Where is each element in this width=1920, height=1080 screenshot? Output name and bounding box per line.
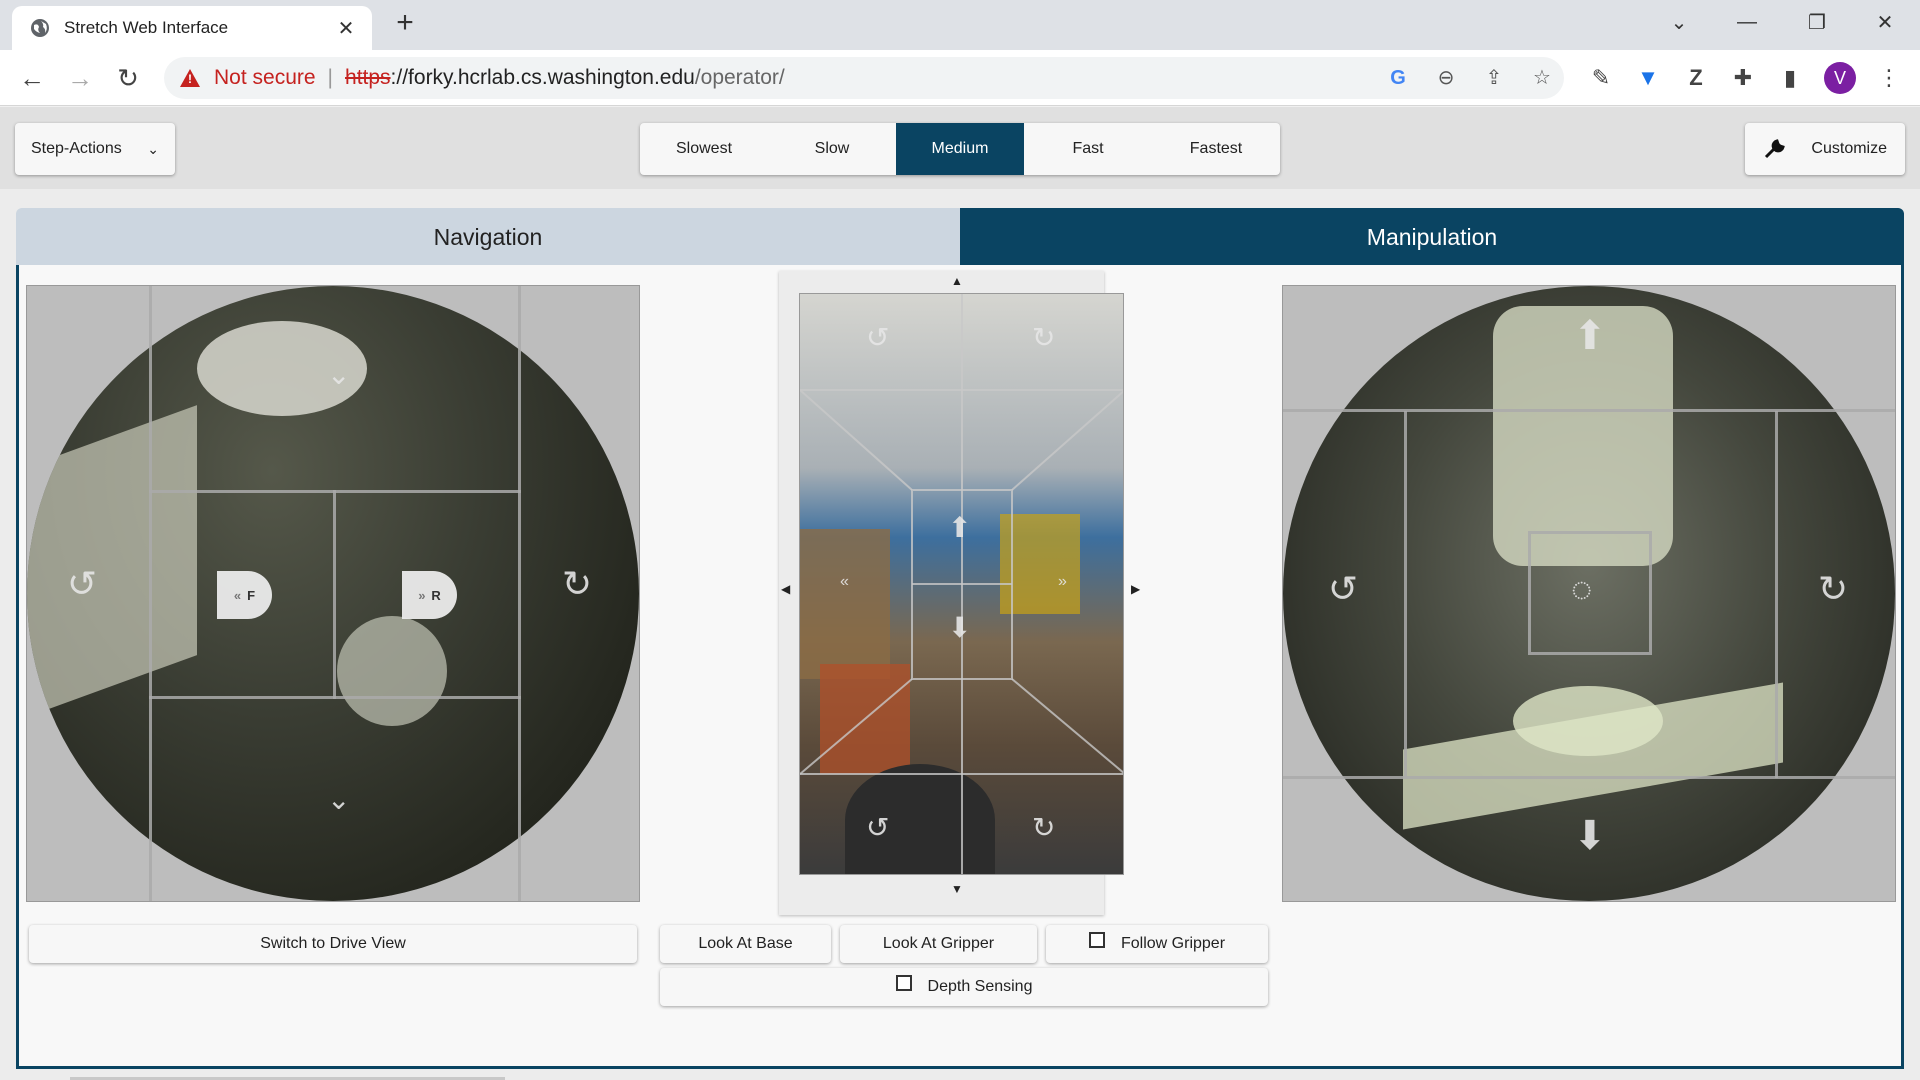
object-image [337,616,447,726]
wrist-rotate-left-icon[interactable]: ↺ [866,814,889,842]
gripper-toggle-icon[interactable]: ◌ [1571,571,1592,607]
globe-icon [31,19,49,37]
follow-gripper-checkbox[interactable] [1088,932,1105,948]
switch-drive-view-button[interactable]: Switch to Drive View [29,925,637,963]
follow-gripper-label: Follow Gripper [1120,935,1226,952]
zoom-icon[interactable]: ⊖ [1434,66,1458,90]
restore-icon[interactable]: ❐ [1790,0,1844,44]
tab-title: Stretch Web Interface [64,18,229,37]
forward-label: F [247,587,256,603]
speed-fastest-button[interactable]: Fastest [1152,123,1280,175]
minimize-icon[interactable]: — [1720,0,1774,44]
tab-manipulation[interactable]: Manipulation [960,208,1904,266]
rotate-ccw-icon[interactable]: ↺ [866,324,889,352]
chevrons-right-icon: » [418,587,426,603]
look-at-gripper-button[interactable]: Look At Gripper [840,925,1037,963]
new-tab-button[interactable]: + [388,8,422,42]
reload-icon[interactable]: ↻ [110,60,146,96]
tilt-up-icon[interactable]: ▲ [951,275,963,287]
rotate-right-icon[interactable]: ↻ [562,566,592,602]
extensions-puzzle-icon[interactable]: ✚ [1728,63,1758,93]
mode-tabs: Navigation Manipulation [16,208,1904,266]
profile-avatar[interactable]: V [1824,62,1856,94]
operator-topbar: Step-Actions ⌄ Slowest Slow Medium Fast … [0,107,1920,189]
look-at-base-button[interactable]: Look At Base [660,925,831,963]
browser-tab[interactable]: Stretch Web Interface ✕ [12,6,372,50]
zotero-extension-icon[interactable]: Z [1681,63,1711,93]
tab-navigation[interactable]: Navigation [16,208,960,266]
url-host: ://forky.hcrlab.cs.washington.edu [390,66,695,89]
lift-down-icon[interactable]: ⬇ [948,614,971,642]
warning-icon [180,69,200,87]
depth-sensing-label: Depth Sensing [927,978,1033,995]
wrist-rotate-right-icon[interactable]: ↻ [1032,814,1055,842]
step-actions-label: Step-Actions [31,140,122,157]
tab-search-icon[interactable]: ⌄ [1652,0,1706,44]
wrist-yaw-right-icon[interactable]: ↻ [1818,571,1848,607]
close-window-icon[interactable]: ✕ [1858,0,1912,44]
step-actions-dropdown[interactable]: Step-Actions ⌄ [15,123,175,175]
grid-line [1283,409,1895,412]
pen-extension-icon[interactable]: ✎ [1586,63,1616,93]
speed-selector: Slowest Slow Medium Fast Fastest [640,123,1280,175]
url-path: /operator/ [694,66,785,89]
wrench-icon [1764,139,1785,159]
browser-tabstrip: Stretch Web Interface ✕ + ⌄ — ❐ ✕ [0,0,1920,50]
browser-toolbar: ← → ↻ Not secure | https ://forky.hcrlab… [0,50,1920,106]
gripper-base-image [1513,686,1663,756]
follow-gripper-toggle[interactable]: Follow Gripper [1046,925,1268,963]
speed-medium-button[interactable]: Medium [896,123,1024,175]
speed-fast-button[interactable]: Fast [1024,123,1152,175]
vidyard-extension-icon[interactable]: ▼ [1633,63,1663,93]
side-panel-icon[interactable]: ▮ [1775,63,1805,93]
share-icon[interactable]: ⇪ [1482,66,1506,90]
rotate-cw-icon[interactable]: ↻ [1032,324,1055,352]
address-bar[interactable]: Not secure | https ://forky.hcrlab.cs.wa… [164,57,1564,99]
overhead-camera-view[interactable]: ⌄ ⌄ ↺ ↻ « F » R [26,285,640,902]
grid-line [149,286,152,901]
url-scheme: https [345,66,391,89]
menu-kebab-icon[interactable]: ⋮ [1874,63,1904,93]
tilt-down-icon[interactable]: ▼ [951,883,963,895]
tab-close-icon[interactable]: ✕ [334,16,358,41]
drive-forward-button[interactable]: « F [217,571,272,619]
reverse-label: R [431,587,441,603]
desk-image [27,405,197,717]
rotate-left-icon[interactable]: ↺ [67,566,97,602]
head-camera-view[interactable]: ↺ ↻ ⬆ ⬇ ↺ ↻ « » [799,293,1124,875]
security-status[interactable]: Not secure [214,66,316,90]
depth-sensing-toggle[interactable]: Depth Sensing [660,968,1268,1006]
lift-up-icon[interactable]: ⬆ [948,514,971,542]
customize-label: Customize [1811,140,1887,157]
grid-line [1283,776,1895,779]
pan-right-icon[interactable]: ▶ [1131,583,1140,595]
customize-button[interactable]: Customize [1745,123,1905,175]
move-up-icon[interactable]: ⌄ [327,361,350,389]
depth-sensing-checkbox[interactable] [895,975,912,991]
drive-reverse-button[interactable]: » R [402,571,457,619]
grid-line [333,490,336,699]
wrist-yaw-left-icon[interactable]: ↺ [1328,571,1358,607]
forward-icon[interactable]: → [62,60,98,96]
grid-line [1775,411,1778,778]
move-down-icon[interactable]: ⌄ [327,786,350,814]
speed-slowest-button[interactable]: Slowest [640,123,768,175]
pan-left-icon[interactable]: ◀ [781,583,790,595]
chevrons-left-icon: « [233,587,242,603]
base-reverse-icon[interactable]: » [1058,574,1067,590]
bookmark-star-icon[interactable]: ☆ [1530,66,1554,90]
operator-app: Step-Actions ⌄ Slowest Slow Medium Fast … [0,107,1920,1080]
manipulation-panel: ⌄ ⌄ ↺ ↻ « F » R ▲ ▼ ◀ ▶ ↺ ↻ ⬆ ⬇ ↺ ↻ « » … [16,265,1904,1069]
base-forward-icon[interactable]: « [840,574,849,590]
arm-extend-icon[interactable]: ⬆ [1573,316,1607,356]
chevron-down-icon: ⌄ [147,140,159,157]
back-icon[interactable]: ← [14,60,50,96]
google-lens-icon[interactable]: G [1386,66,1410,90]
speed-slow-button[interactable]: Slow [768,123,896,175]
omnibox-separator: | [327,66,334,89]
arm-retract-icon[interactable]: ⬇ [1573,816,1607,856]
grid-line [1404,411,1407,778]
grid-line [518,286,521,901]
gripper-camera-view[interactable]: ⬆ ⬇ ↺ ↻ ◌ [1282,285,1896,902]
